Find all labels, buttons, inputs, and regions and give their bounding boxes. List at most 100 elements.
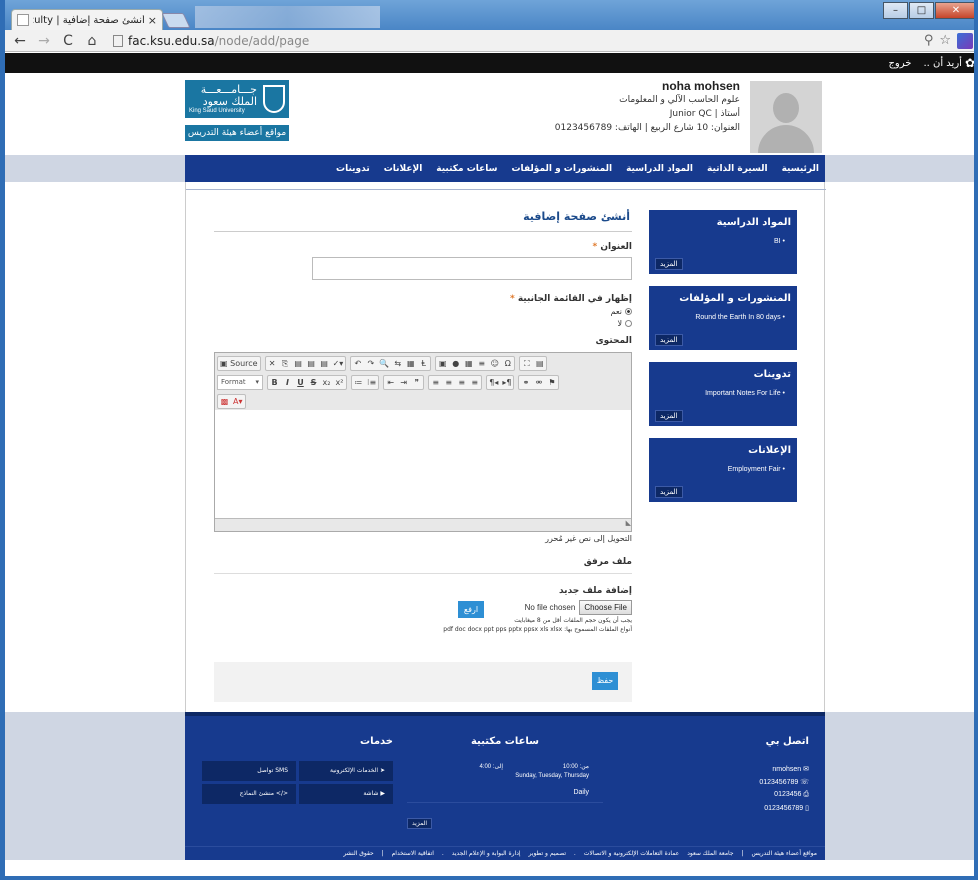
superscript-button[interactable]: x² (333, 376, 346, 389)
footer-link[interactable]: اتفاقية الاستخدام (392, 850, 434, 857)
indent-icon[interactable]: ⇥ (397, 376, 410, 389)
hours-more-button[interactable]: المزيد (407, 818, 433, 829)
close-window-button[interactable]: ✕ (935, 2, 974, 19)
unlink-icon[interactable]: ⚮ (532, 376, 545, 389)
radio-unselected-icon[interactable] (625, 320, 632, 327)
special-char-icon[interactable]: Ω (501, 357, 514, 370)
maximize-icon[interactable]: ⛶ (520, 357, 533, 370)
align-center-icon[interactable]: ≡ (442, 376, 455, 389)
show-blocks-icon[interactable]: ▤ (533, 357, 546, 370)
radio-yes[interactable]: نعم (214, 307, 632, 316)
outdent-icon[interactable]: ⇤ (384, 376, 397, 389)
zoom-icon[interactable]: ⚲ (924, 33, 934, 49)
undo-icon[interactable]: ↶ (351, 357, 364, 370)
copy-icon[interactable]: ⎘ (279, 357, 292, 370)
numbered-list-icon[interactable]: ≔ (352, 376, 365, 389)
cut-icon[interactable]: ✕ (266, 357, 279, 370)
paste-icon[interactable]: ▤ (292, 357, 305, 370)
horizontal-rule-icon[interactable]: ≡ (475, 357, 488, 370)
more-button[interactable]: المزيد (655, 334, 683, 346)
service-eservices[interactable]: ➤ الخدمات الإلكترونية (299, 761, 393, 781)
underline-button[interactable]: U (294, 376, 307, 389)
browser-tab[interactable]: أنشئ صفحة إضافية | Faculty × (11, 9, 163, 30)
save-button[interactable]: حفظ (592, 672, 618, 690)
footer-link[interactable]: عمادة التعاملات الإلكترونية و الاتصالات (584, 850, 680, 857)
anchor-icon[interactable]: ⚑ (545, 376, 558, 389)
link-icon[interactable]: ⚭ (519, 376, 532, 389)
service-form-builder[interactable]: </> منشئ النماذج (202, 784, 296, 804)
table-icon[interactable]: ▦ (462, 357, 475, 370)
block-item[interactable]: • Employment Fair (649, 466, 797, 480)
rtl-icon[interactable]: ▸¶ (500, 376, 513, 389)
block-item[interactable]: • Round the Earth In 80 days (649, 314, 797, 328)
footer-link[interactable]: إدارة البوابة و الإعلام الجديد (452, 850, 521, 857)
nav-item-courses[interactable]: المواد الدراسية (626, 164, 693, 174)
bold-button[interactable]: B (268, 376, 281, 389)
flash-icon[interactable]: ● (449, 357, 462, 370)
logout-link[interactable]: خروج (888, 58, 911, 69)
nav-item-office-hours[interactable]: ساعات مكتبية (436, 164, 497, 174)
block-item[interactable]: • Important Notes For Life (649, 390, 797, 404)
remove-format-icon[interactable]: Ⱡ (417, 357, 430, 370)
admin-settings-link[interactable]: أريد أن .. (923, 58, 961, 69)
extension-icon[interactable] (957, 33, 973, 49)
footer-link[interactable]: تصميم و تطوير (528, 850, 566, 857)
subscript-button[interactable]: x₂ (320, 376, 333, 389)
more-button[interactable]: المزيد (655, 486, 683, 498)
source-button[interactable]: ▣ Source (218, 357, 260, 370)
home-icon[interactable]: ⌂ (85, 33, 99, 49)
nav-item-cv[interactable]: السيرة الذاتية (707, 164, 768, 174)
maximize-button[interactable]: □ (909, 2, 934, 19)
format-select[interactable]: Format ▾ (217, 375, 263, 390)
more-button[interactable]: المزيد (655, 258, 683, 270)
paste-text-icon[interactable]: ▤ (305, 357, 318, 370)
radio-selected-icon[interactable] (625, 308, 632, 315)
more-button[interactable]: المزيد (655, 410, 683, 422)
smiley-icon[interactable]: ☺ (488, 357, 501, 370)
block-item[interactable]: • BI (649, 238, 797, 252)
close-tab-icon[interactable]: × (148, 14, 157, 27)
forward-arrow-icon[interactable]: → (37, 33, 51, 49)
footer-link[interactable]: جامعة الملك سعود (687, 850, 733, 857)
nav-item-home[interactable]: الرئيسية (782, 164, 819, 174)
ltr-icon[interactable]: ¶◂ (487, 376, 500, 389)
align-right-icon[interactable]: ≡ (455, 376, 468, 389)
italic-button[interactable]: I (281, 376, 294, 389)
title-input[interactable] (312, 257, 632, 280)
back-arrow-icon[interactable]: ← (13, 33, 27, 49)
nav-item-blogs[interactable]: تدوينات (336, 164, 370, 174)
text-color-icon[interactable]: A▾ (231, 395, 245, 408)
blockquote-icon[interactable]: ❞ (410, 376, 423, 389)
new-tab-button[interactable] (161, 13, 191, 28)
replace-icon[interactable]: ⇆ (391, 357, 404, 370)
justify-icon[interactable]: ≡ (468, 376, 481, 389)
select-all-icon[interactable]: ▦ (404, 357, 417, 370)
redo-icon[interactable]: ↷ (364, 357, 377, 370)
image-icon[interactable]: ▣ (436, 357, 449, 370)
upload-button[interactable]: ارفع (458, 601, 484, 618)
paste-word-icon[interactable]: ▤ (318, 357, 331, 370)
service-screen[interactable]: ▶ شاشة (299, 784, 393, 804)
footer-link[interactable]: حقوق النشر (343, 850, 373, 857)
service-sms[interactable]: SMS تواصل (202, 761, 296, 781)
spellcheck-icon[interactable]: ✓▾ (331, 357, 346, 370)
reload-icon[interactable]: C (61, 33, 75, 49)
nav-item-publications[interactable]: المنشورات و المؤلفات (512, 164, 613, 174)
radio-no[interactable]: لا (214, 319, 632, 328)
choose-file-button[interactable]: Choose File (579, 600, 632, 615)
gear-icon[interactable]: ✿ (965, 56, 974, 70)
nav-item-announcements[interactable]: الإعلانات (384, 164, 423, 174)
align-left-icon[interactable]: ≡ (429, 376, 442, 389)
faculty-sites-banner[interactable]: مواقع أعضاء هيئة التدريس (185, 125, 289, 141)
url-field[interactable]: fac.ksu.edu.sa/node/add/page (113, 34, 309, 48)
find-icon[interactable]: 🔍 (377, 357, 391, 370)
bullet-list-icon[interactable]: ⁝≡ (365, 376, 378, 389)
minimize-button[interactable]: – (883, 2, 908, 19)
editor-resize-bar[interactable]: ◣ (215, 518, 631, 531)
university-logo[interactable]: جـــامـــعـــة الملك سعود King Saud Univ… (185, 80, 289, 118)
switch-to-plain-link[interactable]: التحويل إلى نص غير مُحرر (214, 534, 632, 543)
bookmark-star-icon[interactable]: ☆ (939, 33, 951, 49)
footer-link[interactable]: مواقع أعضاء هيئة التدريس (751, 850, 817, 857)
strike-button[interactable]: S (307, 376, 320, 389)
spell-as-you-type-icon[interactable]: ▩ (218, 395, 231, 408)
